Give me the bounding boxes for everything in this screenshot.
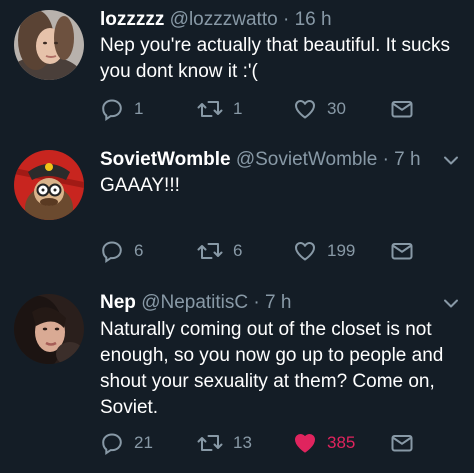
separator-dot: ·	[253, 292, 260, 313]
direct-message-icon	[390, 97, 414, 121]
chevron-down-icon[interactable]	[440, 149, 462, 171]
user-handle[interactable]: @NepatitisC	[141, 292, 248, 313]
reply-button[interactable]: 21	[100, 431, 153, 455]
tweet[interactable]: Nep @NepatitisC · 7 h Naturally coming o…	[0, 280, 474, 473]
retweet-button[interactable]: 6	[197, 239, 242, 263]
tweet-text: Nep you're actually that beautiful. It s…	[100, 35, 451, 82]
tweet-header: Nep @NepatitisC · 7 h	[100, 290, 462, 316]
action-bar: 1 1 30	[100, 97, 420, 121]
action-bar: 21 13 385	[100, 431, 420, 455]
direct-message-button[interactable]	[390, 239, 414, 263]
retweet-count: 1	[233, 99, 243, 118]
direct-message-icon	[390, 431, 414, 455]
timestamp[interactable]: 7 h	[394, 149, 420, 170]
tweet-text: Naturally coming out of the closet is no…	[100, 319, 444, 418]
like-button[interactable]: 385	[293, 431, 355, 455]
heart-icon	[293, 239, 317, 263]
reply-button[interactable]: 1	[100, 97, 143, 121]
retweet-count: 6	[233, 241, 243, 260]
tweet-header: lozzzzz @lozzzwatto · 16 h	[100, 7, 462, 33]
like-count: 199	[327, 241, 356, 260]
reply-button[interactable]: 6	[100, 239, 143, 263]
action-bar: 6 6 199	[100, 239, 420, 263]
reply-count: 6	[134, 241, 144, 260]
heart-icon	[293, 97, 317, 121]
avatar[interactable]	[14, 150, 84, 220]
like-count: 30	[327, 99, 346, 118]
retweet-icon	[197, 239, 223, 263]
timestamp[interactable]: 16 h	[295, 9, 332, 30]
user-handle[interactable]: @SovietWomble	[236, 149, 377, 170]
separator-dot: ·	[282, 9, 290, 30]
reply-icon	[100, 97, 124, 121]
retweet-icon	[197, 431, 223, 455]
tweet[interactable]: SovietWomble @SovietWomble · 7 h GAAAY!!…	[0, 140, 474, 280]
reply-count: 21	[134, 433, 153, 452]
tweet-text: GAAAY!!!	[100, 175, 180, 196]
reply-icon	[100, 239, 124, 263]
direct-message-icon	[390, 239, 414, 263]
avatar[interactable]	[14, 294, 84, 364]
user-handle[interactable]: @lozzzwatto	[170, 9, 278, 30]
retweet-button[interactable]: 13	[197, 431, 252, 455]
tweet-header: SovietWomble @SovietWomble · 7 h	[100, 147, 462, 173]
tweet[interactable]: lozzzzz @lozzzwatto · 16 h Nep you're ac…	[0, 0, 474, 140]
direct-message-button[interactable]	[390, 431, 414, 455]
like-button[interactable]: 199	[293, 239, 355, 263]
chevron-down-icon[interactable]	[440, 292, 462, 314]
reply-icon	[100, 431, 124, 455]
retweet-button[interactable]: 1	[197, 97, 242, 121]
like-button[interactable]: 30	[293, 97, 346, 121]
retweet-icon	[197, 97, 223, 121]
display-name[interactable]: Nep	[100, 292, 136, 313]
display-name[interactable]: lozzzzz	[100, 9, 164, 30]
avatar[interactable]	[14, 10, 84, 80]
heart-icon	[293, 431, 317, 455]
reply-count: 1	[134, 99, 144, 118]
like-count: 385	[327, 433, 356, 452]
timestamp[interactable]: 7 h	[265, 292, 291, 313]
retweet-count: 13	[233, 433, 252, 452]
separator-dot: ·	[382, 149, 389, 170]
display-name[interactable]: SovietWomble	[100, 149, 231, 170]
direct-message-button[interactable]	[390, 97, 414, 121]
